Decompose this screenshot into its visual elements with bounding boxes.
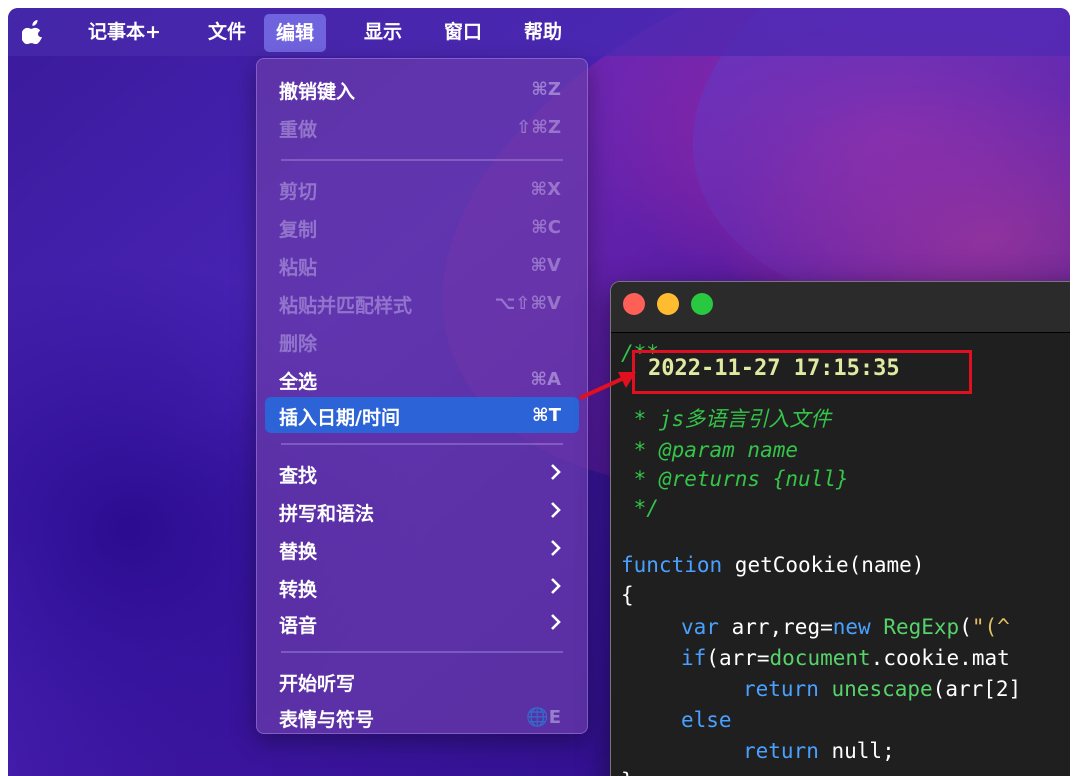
code-line: * @param name xyxy=(621,438,799,462)
menu-item-delete: 删除 xyxy=(279,333,318,355)
apple-logo-icon[interactable] xyxy=(22,20,44,44)
menu-item-redo: 重做 ⇧⌘Z xyxy=(279,117,561,141)
window-titlebar xyxy=(611,282,1070,333)
code-line: { xyxy=(621,583,634,607)
code-editor[interactable]: /** * js多语言引入文件 * @param name * @returns… xyxy=(621,338,1070,776)
menu-separator xyxy=(281,159,563,161)
chevron-right-icon xyxy=(551,540,561,556)
code-line: var arr,reg=new RegExp("(^ xyxy=(681,615,1010,639)
menu-item-insert-date-time[interactable]: 插入日期/时间 ⌘T xyxy=(265,397,579,433)
inserted-date-time: 2022-11-27 17:15:35 xyxy=(648,356,900,381)
menu-item-paste: 粘贴 ⌘V xyxy=(279,255,561,279)
menu-separator xyxy=(281,651,563,653)
menu-app-name[interactable]: 记事本+ xyxy=(76,8,173,56)
code-line: * js多语言引入文件 xyxy=(621,407,832,431)
menu-item-undo-typing[interactable]: 撤销键入 ⌘Z xyxy=(265,71,579,107)
menu-item-start-dictation[interactable]: 开始听写 xyxy=(265,663,579,699)
chevron-right-icon xyxy=(551,578,561,594)
menu-item-cut: 剪切 ⌘X xyxy=(279,179,561,203)
menu-item-speech[interactable]: 语音 xyxy=(265,605,579,641)
menu-edit[interactable]: 编辑 xyxy=(264,14,327,52)
code-line: * @returns {null} xyxy=(621,467,849,491)
code-line: return unescape(arr[2] xyxy=(743,677,1022,701)
zoom-window-button[interactable] xyxy=(691,293,713,315)
code-line: function getCookie(name) xyxy=(621,553,925,577)
menu-item-find[interactable]: 查找 xyxy=(265,455,579,491)
menu-item-spelling-grammar[interactable]: 拼写和语法 xyxy=(265,493,579,529)
code-line: } xyxy=(621,766,634,776)
menu-help[interactable]: 帮助 xyxy=(512,8,574,56)
code-line: */ xyxy=(621,496,659,520)
menu-item-paste-match-style: 粘贴并匹配样式 ⌥⇧⌘V xyxy=(279,293,561,317)
close-window-button[interactable] xyxy=(623,293,645,315)
code-line: else xyxy=(681,708,732,732)
menu-item-transform[interactable]: 转换 xyxy=(265,569,579,605)
menu-file[interactable]: 文件 xyxy=(196,8,258,56)
menu-item-emoji-symbols[interactable]: 表情与符号 🌐E xyxy=(265,699,579,735)
menu-item-replace[interactable]: 替换 xyxy=(265,531,579,567)
chevron-right-icon xyxy=(551,502,561,518)
menu-window[interactable]: 窗口 xyxy=(432,8,494,56)
code-line: if(arr=document.cookie.mat xyxy=(681,646,1010,670)
menu-item-select-all[interactable]: 全选 ⌘A xyxy=(265,361,579,397)
menu-separator xyxy=(281,443,563,445)
minimize-window-button[interactable] xyxy=(657,293,679,315)
menu-view[interactable]: 显示 xyxy=(352,8,414,56)
code-line: return null; xyxy=(743,739,895,763)
chevron-right-icon xyxy=(551,614,561,630)
edit-menu-dropdown: 撤销键入 ⌘Z 重做 ⇧⌘Z 剪切 ⌘X 复制 ⌘C 粘贴 ⌘V 粘贴并匹配样式… xyxy=(256,58,588,734)
chevron-right-icon xyxy=(551,464,561,480)
annotation-arrow-icon xyxy=(579,372,636,400)
menu-item-copy: 复制 ⌘C xyxy=(279,217,561,241)
menu-bar: 记事本+ 文件 编辑 显示 窗口 帮助 xyxy=(8,8,1070,56)
